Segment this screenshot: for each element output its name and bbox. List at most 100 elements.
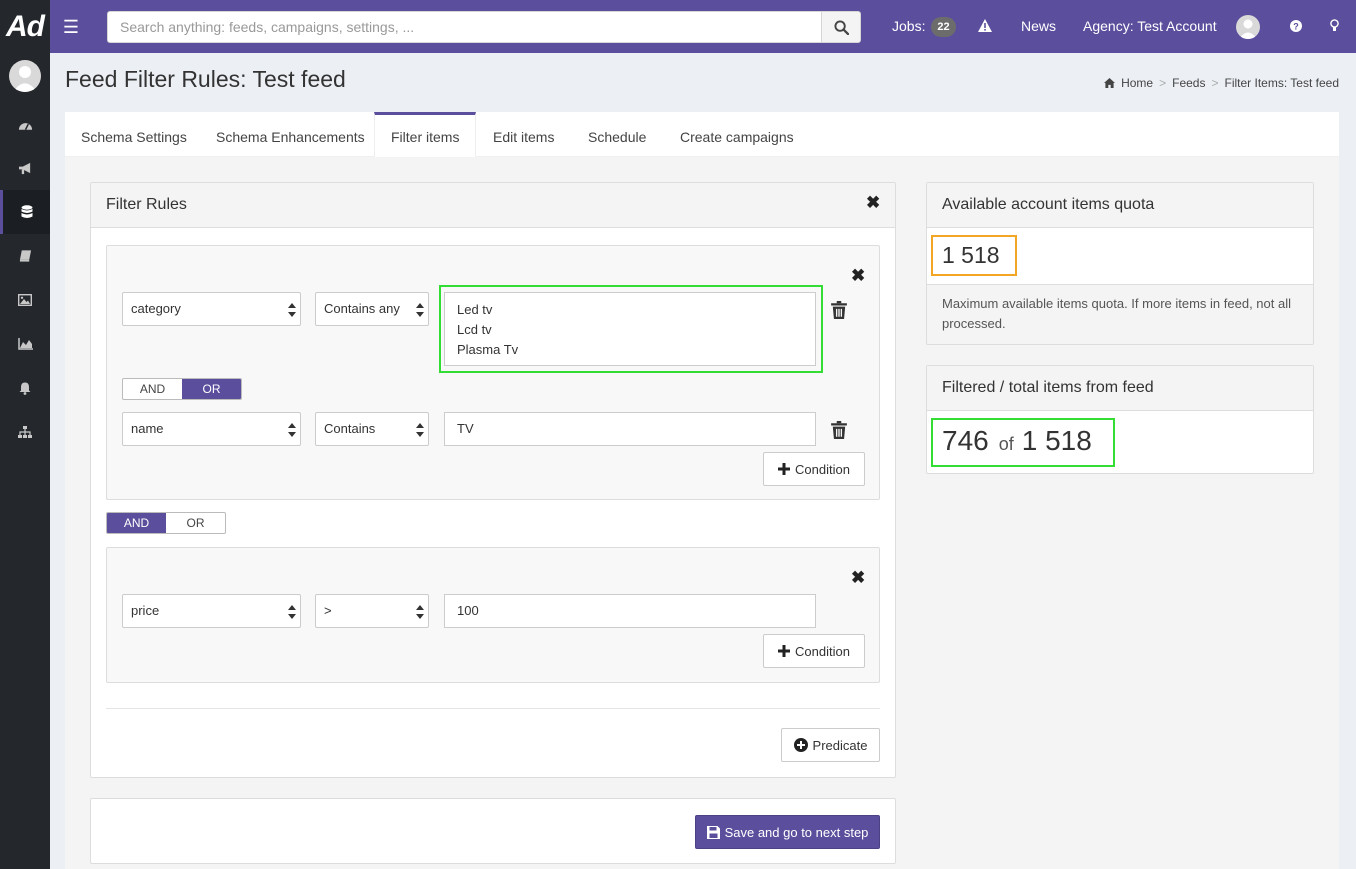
trash-icon[interactable] <box>831 421 847 439</box>
breadcrumb-separator: > <box>1159 76 1167 90</box>
breadcrumb-home[interactable]: Home <box>1121 76 1153 90</box>
field-select[interactable]: name <box>122 412 301 446</box>
field-select[interactable]: category <box>122 292 301 326</box>
value-input[interactable]: TV <box>444 412 816 446</box>
user-icon <box>1239 19 1257 39</box>
sidebar-item-structure[interactable] <box>0 410 50 454</box>
operator-select[interactable]: Contains <box>315 412 429 446</box>
help-menu[interactable]: ? <box>1290 0 1302 53</box>
plus-icon <box>778 463 791 475</box>
save-icon <box>706 825 720 839</box>
operator-select-value: Contains <box>324 421 376 436</box>
add-predicate-button[interactable]: Predicate <box>781 728 880 762</box>
trash-icon[interactable] <box>831 301 847 319</box>
sidebar-item-feeds[interactable] <box>0 190 50 234</box>
sitemap-icon <box>18 426 32 438</box>
bell-icon <box>19 382 31 395</box>
app-logo[interactable]: Ad <box>0 0 50 53</box>
bullhorn-icon <box>18 162 30 174</box>
field-select-value: name <box>131 421 164 436</box>
filtered-count: 746 <box>942 425 989 456</box>
book-icon <box>19 250 31 262</box>
sidebar-item-campaigns[interactable] <box>0 146 50 190</box>
sidebar-item-dashboard[interactable] <box>0 103 50 147</box>
operator-select-value: Contains any <box>324 301 400 316</box>
user-avatar[interactable] <box>1236 15 1260 39</box>
field-select[interactable]: price <box>122 594 301 628</box>
tab-schedule[interactable]: Schedule <box>572 112 662 157</box>
select-arrows-icon <box>416 303 424 317</box>
predicate-group-1: ✖ category Contains any Led tv Lcd tv Pl… <box>106 245 880 500</box>
global-search <box>107 11 861 43</box>
image-icon <box>18 294 32 306</box>
jobs-menu[interactable]: Jobs: 22 <box>892 0 956 53</box>
total-count: 1 518 <box>1021 425 1092 456</box>
sidebar-item-catalog[interactable] <box>0 234 50 278</box>
sidebar <box>0 53 50 869</box>
lightbulb-icon <box>1330 19 1339 32</box>
operator-select[interactable]: > <box>315 594 429 628</box>
help-icon: ? <box>1290 19 1302 32</box>
agency-menu[interactable]: Agency: Test Account <box>1083 0 1217 53</box>
top-navbar: Ad ☰ Jobs: 22 News Agency: Test Account … <box>0 0 1356 53</box>
filter-rules-panel: Filter Rules ✖ ✖ category Contains any L… <box>90 182 896 778</box>
sidebar-item-reports[interactable] <box>0 322 50 366</box>
value-input[interactable]: 100 <box>444 594 816 628</box>
close-panel-icon[interactable]: ✖ <box>866 194 880 211</box>
sidebar-item-notifications[interactable] <box>0 366 50 410</box>
search-button[interactable] <box>821 11 861 43</box>
breadcrumb-current: Filter Items: Test feed <box>1224 76 1340 90</box>
select-arrows-icon <box>288 303 296 317</box>
save-next-button[interactable]: Save and go to next step <box>695 815 880 849</box>
remove-group-icon[interactable]: ✖ <box>851 569 865 586</box>
select-arrows-icon <box>416 423 424 437</box>
tab-edit-items[interactable]: Edit items <box>477 112 570 157</box>
filtered-title: Filtered / total items from feed <box>927 366 1313 411</box>
tabs-bar: Schema Settings Schema Enhancements Filt… <box>65 112 1339 158</box>
save-next-label: Save and go to next step <box>724 824 869 840</box>
search-icon <box>833 19 849 35</box>
value-line: Led tv <box>457 302 493 317</box>
operator-select[interactable]: Contains any <box>315 292 429 326</box>
sidebar-item-images[interactable] <box>0 278 50 322</box>
news-link[interactable]: News <box>1021 0 1056 53</box>
add-condition-label: Condition <box>795 461 850 477</box>
field-select-value: category <box>131 301 181 316</box>
values-multiline-input[interactable]: Led tv Lcd tv Plasma Tv <box>444 292 816 366</box>
add-condition-button[interactable]: Condition <box>763 634 865 668</box>
breadcrumb: Home > Feeds > Filter Items: Test feed <box>1104 76 1339 90</box>
filter-rules-title: Filter Rules <box>91 183 895 228</box>
tab-schema-enhancements[interactable]: Schema Enhancements <box>200 112 381 157</box>
add-condition-button[interactable]: Condition <box>763 452 865 486</box>
search-input[interactable] <box>107 11 822 43</box>
tab-filter-items[interactable]: Filter items <box>374 112 477 158</box>
plus-circle-icon <box>793 738 808 752</box>
operator-select-value: > <box>324 603 332 618</box>
tips-menu[interactable] <box>1330 0 1339 53</box>
tab-create-campaigns[interactable]: Create campaigns <box>664 112 810 157</box>
alerts-menu[interactable] <box>978 0 992 53</box>
menu-toggle-icon[interactable]: ☰ <box>60 16 82 38</box>
of-label: of <box>998 434 1014 454</box>
select-arrows-icon <box>288 423 296 437</box>
jobs-count-badge: 22 <box>931 17 956 38</box>
filtered-panel: Filtered / total items from feed 746 of … <box>926 365 1314 474</box>
remove-group-icon[interactable]: ✖ <box>851 267 865 284</box>
jobs-label: Jobs: <box>892 18 926 34</box>
divider <box>106 708 880 709</box>
and-or-toggle: AND OR <box>122 378 242 400</box>
tab-schema-settings[interactable]: Schema Settings <box>65 112 203 157</box>
database-icon <box>21 205 32 218</box>
warning-icon <box>978 19 992 33</box>
and-option[interactable]: AND <box>107 513 166 533</box>
or-option[interactable]: OR <box>182 379 241 399</box>
or-option[interactable]: OR <box>166 513 225 533</box>
breadcrumb-feeds[interactable]: Feeds <box>1172 76 1205 90</box>
field-select-value: price <box>131 603 160 618</box>
quota-panel: Available account items quota 1 518 Maxi… <box>926 182 1314 345</box>
area-chart-icon <box>17 338 33 350</box>
home-icon <box>1104 78 1116 88</box>
dashboard-icon <box>18 123 32 131</box>
sidebar-user-avatar[interactable] <box>9 60 41 92</box>
and-option[interactable]: AND <box>123 379 182 399</box>
